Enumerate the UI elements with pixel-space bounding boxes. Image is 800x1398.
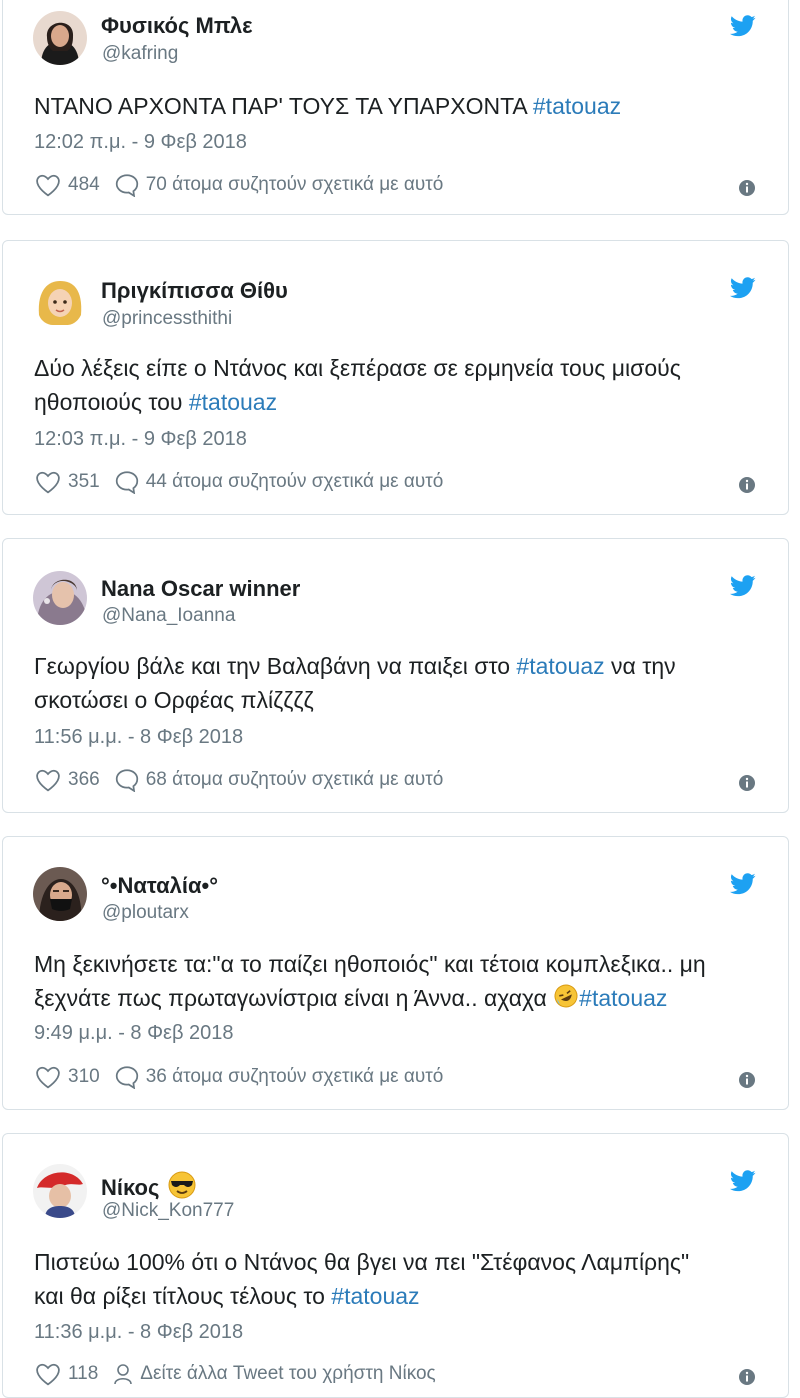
tweet-text: Πιστεύω 100% ότι ο Ντάνος θα βγει να πει… [34, 1245, 754, 1313]
like-count: 484 [68, 174, 100, 195]
tweet-text-line: Γεωργίου βάλε και την Βαλαβάνη να παιξει… [34, 649, 754, 683]
display-name-text: Νίκος [101, 1175, 160, 1200]
twitter-bird-icon[interactable] [729, 873, 756, 900]
timestamp[interactable]: 12:03 π.μ. - 9 Φεβ 2018 [34, 428, 247, 451]
info-icon[interactable] [738, 774, 756, 797]
reply-label: 44 άτομα συζητούν σχετικά με αυτό [145, 471, 444, 492]
reply-label: 68 άτομα συζητούν σχετικά με αυτό [145, 769, 444, 790]
display-name[interactable]: Φυσικός Μπλε [101, 13, 253, 39]
tweet-actions: 484 70 άτομα συζητούν σχετικά με αυτό [34, 173, 443, 197]
tweet-card[interactable]: Φυσικός Μπλε @kafring ΝΤΑΝΟ ΑΡΧΟΝΤΑ ΠΑΡ'… [2, 0, 789, 215]
heart-icon [36, 1066, 60, 1089]
avatar[interactable] [33, 571, 87, 625]
like-button[interactable]: 118 [34, 1362, 98, 1386]
hashtag-link[interactable]: #tatouaz [579, 985, 667, 1011]
tweet-actions: 310 36 άτομα συζητούν σχετικά με αυτό [34, 1065, 443, 1089]
user-handle[interactable]: @princessthithi [102, 308, 232, 330]
tweet-text-part: ξεχνάτε πως πρωταγωνίστρια είναι η Άννα.… [34, 985, 554, 1011]
reply-label: 70 άτομα συζητούν σχετικά με αυτό [145, 174, 444, 195]
tweet-text: ΝΤΑΝΟ ΑΡΧΟΝΤΑ ΠΑΡ' ΤΟΥΣ ΤΑ ΥΠΑΡΧΟΝΤΑ #ta… [34, 89, 754, 123]
heart-icon [36, 1363, 60, 1386]
user-handle[interactable]: @ploutarx [102, 902, 189, 924]
tweet-text-line: Δύο λέξεις είπε ο Ντάνος και ξεπέρασε σε… [34, 355, 681, 381]
display-name[interactable]: °•Ναταλία•° [101, 873, 218, 899]
user-handle[interactable]: @kafring [102, 43, 178, 65]
twitter-bird-icon[interactable] [729, 1170, 756, 1197]
hashtag-link[interactable]: #tatouaz [331, 1283, 419, 1309]
tweet-text-part: ΝΤΑΝΟ ΑΡΧΟΝΤΑ ΠΑΡ' ΤΟΥΣ ΤΑ ΥΠΑΡΧΟΝΤΑ [34, 93, 533, 119]
tweet-card[interactable]: Νίκος @Nick_Kon777 Πιστεύω 100% ότι ο Ντ… [2, 1133, 789, 1398]
tweet-text-line: και θα ρίξει τίτλους τέλους το #tatouaz [34, 1279, 754, 1313]
avatar[interactable] [33, 11, 87, 65]
more-tweets-link[interactable]: Δείτε άλλα Tweet του χρήστη Νίκος [112, 1362, 436, 1386]
rofl-emoji-icon [553, 983, 579, 1018]
like-button[interactable]: 366 [34, 768, 100, 792]
heart-icon [36, 769, 60, 792]
tweet-text-line: ηθοποιούς του #tatouaz [34, 385, 754, 419]
user-handle[interactable]: @Nick_Kon777 [102, 1200, 234, 1222]
info-icon[interactable] [738, 1071, 756, 1094]
tweet-card[interactable]: °•Ναταλία•° @ploutarx Μη ξεκινήσετε τα:"… [2, 836, 789, 1110]
hashtag-link[interactable]: #tatouaz [533, 93, 621, 119]
like-button[interactable]: 484 [34, 173, 100, 197]
like-button[interactable]: 310 [34, 1065, 100, 1089]
tweet-text-part: και θα ρίξει τίτλους τέλους το [34, 1283, 332, 1309]
tweet-actions: 351 44 άτομα συζητούν σχετικά με αυτό [34, 470, 443, 494]
tweet-text-part: ηθοποιούς του [34, 389, 189, 415]
hashtag-link[interactable]: #tatouaz [516, 653, 604, 679]
twitter-bird-icon[interactable] [729, 575, 756, 602]
hashtag-link[interactable]: #tatouaz [189, 389, 277, 415]
tweet-text: Γεωργίου βάλε και την Βαλαβάνη να παιξει… [34, 649, 754, 717]
speech-bubble-icon [115, 174, 138, 197]
avatar[interactable] [33, 867, 87, 921]
reply-button[interactable]: 36 άτομα συζητούν σχετικά με αυτό [114, 1065, 444, 1089]
timestamp[interactable]: 12:02 π.μ. - 9 Φεβ 2018 [34, 131, 247, 154]
reply-button[interactable]: 68 άτομα συζητούν σχετικά με αυτό [114, 768, 444, 792]
timestamp[interactable]: 11:36 μ.μ. - 8 Φεβ 2018 [34, 1321, 243, 1344]
avatar[interactable] [33, 275, 87, 329]
tweet-text-part: Γεωργίου βάλε και την Βαλαβάνη να παιξει… [34, 653, 517, 679]
display-name[interactable]: Πριγκίπισσα Θίθυ [101, 278, 288, 304]
like-count: 118 [68, 1363, 99, 1384]
person-icon [114, 1364, 133, 1385]
reply-label: 36 άτομα συζητούν σχετικά με αυτό [145, 1066, 444, 1087]
tweet-card[interactable]: Nana Oscar winner @Nana_Ioanna Γεωργίου … [2, 538, 789, 813]
like-count: 310 [68, 1066, 100, 1087]
like-button[interactable]: 351 [34, 470, 100, 494]
tweet-text-line: Πιστεύω 100% ότι ο Ντάνος θα βγει να πει… [34, 1249, 690, 1275]
info-icon[interactable] [738, 1368, 756, 1391]
speech-bubble-icon [115, 1066, 138, 1089]
timestamp[interactable]: 11:56 μ.μ. - 8 Φεβ 2018 [34, 726, 243, 749]
heart-icon [36, 471, 60, 494]
reply-button[interactable]: 70 άτομα συζητούν σχετικά με αυτό [114, 173, 444, 197]
twitter-bird-icon[interactable] [729, 277, 756, 304]
tweet-text-line: σκοτώσει ο Ορφέας πλίζζζζ [34, 687, 314, 713]
like-count: 366 [68, 769, 100, 790]
like-count: 351 [68, 471, 100, 492]
more-tweets-label: Δείτε άλλα Tweet του χρήστη Νίκος [140, 1363, 436, 1384]
display-name[interactable]: Nana Oscar winner [101, 576, 300, 602]
tweet-text-line: ξεχνάτε πως πρωταγωνίστρια είναι η Άννα.… [34, 981, 754, 1018]
tweet-actions: 366 68 άτομα συζητούν σχετικά με αυτό [34, 768, 443, 792]
speech-bubble-icon [115, 769, 138, 792]
tweet-text-line: Μη ξεκινήσετε τα:"α το παίζει ηθοποιός" … [34, 951, 706, 977]
user-handle[interactable]: @Nana_Ioanna [102, 605, 235, 627]
heart-icon [36, 174, 60, 197]
info-icon[interactable] [738, 179, 756, 202]
tweet-text: Δύο λέξεις είπε ο Ντάνος και ξεπέρασε σε… [34, 351, 754, 419]
twitter-bird-icon[interactable] [729, 15, 756, 42]
reply-button[interactable]: 44 άτομα συζητούν σχετικά με αυτό [114, 470, 444, 494]
avatar[interactable] [33, 1164, 87, 1218]
tweet-text-part: να την [604, 653, 676, 679]
speech-bubble-icon [115, 471, 138, 494]
info-icon[interactable] [738, 476, 756, 499]
tweet-text: Μη ξεκινήσετε τα:"α το παίζει ηθοποιός" … [34, 947, 754, 1018]
timestamp[interactable]: 9:49 μ.μ. - 8 Φεβ 2018 [34, 1022, 234, 1045]
tweet-card[interactable]: Πριγκίπισσα Θίθυ @princessthithi Δύο λέξ… [2, 240, 789, 515]
tweet-actions: 118 Δείτε άλλα Tweet του χρήστη Νίκος [34, 1362, 436, 1386]
